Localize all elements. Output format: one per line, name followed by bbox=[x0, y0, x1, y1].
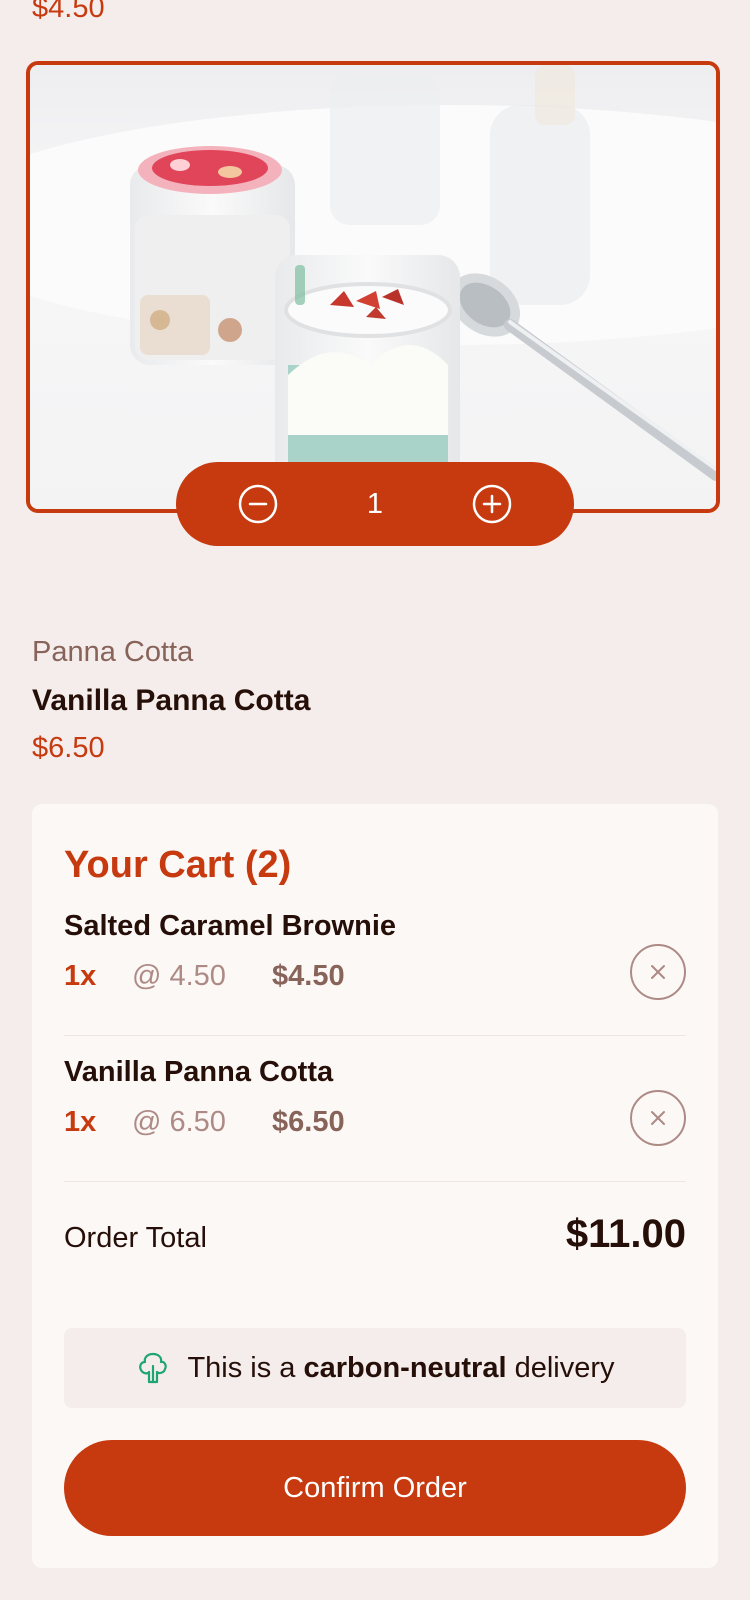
cart-item-total: $4.50 bbox=[272, 960, 345, 992]
cart-item-unit-price: @ 4.50 bbox=[132, 960, 226, 992]
product-image bbox=[26, 61, 720, 513]
decrement-button[interactable] bbox=[238, 484, 278, 524]
cart-panel: Your Cart (2) Salted Caramel Brownie 1x … bbox=[32, 804, 718, 1568]
close-icon bbox=[651, 965, 665, 979]
carbon-notice-text: This is a carbon-neutral delivery bbox=[187, 1351, 615, 1384]
confirm-order-button[interactable]: Confirm Order bbox=[64, 1440, 686, 1536]
product-category: Panna Cotta bbox=[32, 636, 194, 668]
cart-item-unit-price: @ 6.50 bbox=[132, 1106, 226, 1138]
cart-item-quantity: 1x bbox=[64, 960, 97, 992]
close-icon bbox=[651, 1111, 665, 1125]
cart-title: Your Cart (2) bbox=[64, 844, 292, 886]
carbon-neutral-notice: This is a carbon-neutral delivery bbox=[64, 1328, 686, 1408]
order-total-value: $11.00 bbox=[565, 1212, 686, 1256]
cart-item: Salted Caramel Brownie 1x @ 4.50 $4.50 bbox=[64, 890, 686, 1036]
product-price: $6.50 bbox=[32, 732, 105, 764]
quantity-value: 1 bbox=[366, 487, 384, 520]
previous-product-price: $4.50 bbox=[32, 0, 105, 24]
quantity-stepper: 1 bbox=[176, 462, 574, 546]
cart-item-name: Salted Caramel Brownie bbox=[64, 910, 396, 942]
plus-circle-icon bbox=[472, 484, 512, 524]
product-name: Vanilla Panna Cotta bbox=[32, 684, 311, 717]
order-total-label: Order Total bbox=[64, 1222, 207, 1254]
increment-button[interactable] bbox=[472, 484, 512, 524]
cart-item-total: $6.50 bbox=[272, 1106, 345, 1138]
cart-item-quantity: 1x bbox=[64, 1106, 97, 1138]
tree-icon bbox=[139, 1352, 168, 1384]
minus-circle-icon bbox=[238, 484, 278, 524]
cart-item: Vanilla Panna Cotta 1x @ 6.50 $6.50 bbox=[64, 1036, 686, 1182]
panna-cotta-photo bbox=[30, 65, 716, 509]
remove-item-button[interactable] bbox=[630, 1090, 686, 1146]
cart-item-name: Vanilla Panna Cotta bbox=[64, 1056, 334, 1088]
remove-item-button[interactable] bbox=[630, 944, 686, 1000]
